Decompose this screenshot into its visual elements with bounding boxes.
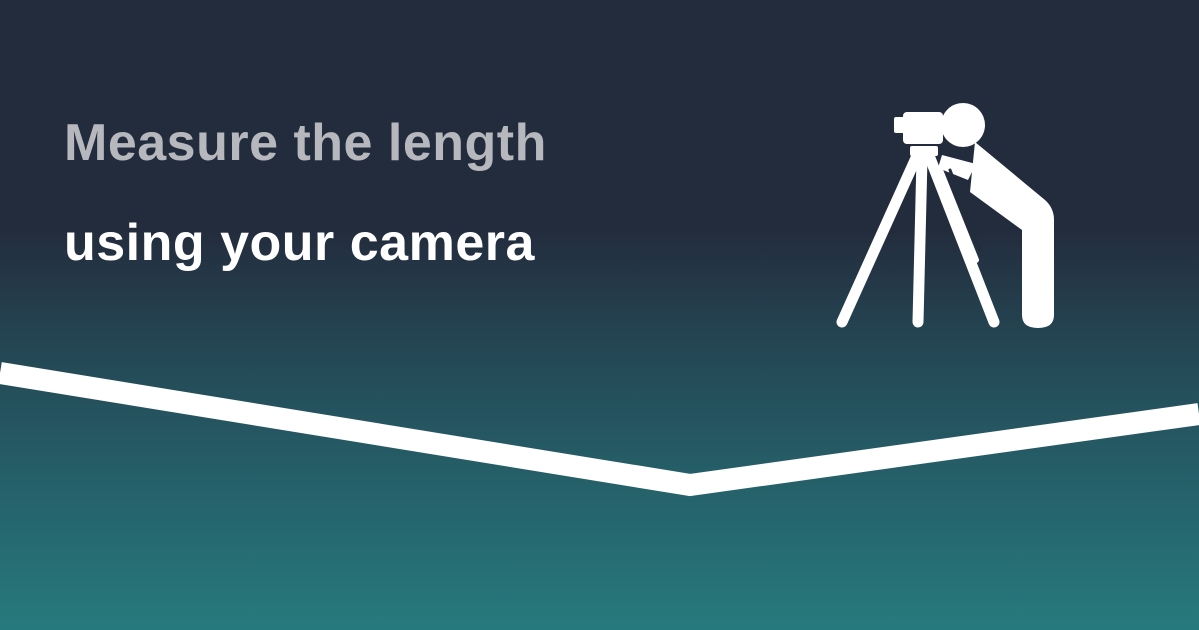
- angled-measure-line: [0, 362, 1199, 497]
- hero-banner: Measure the length using your camera: [0, 0, 1199, 630]
